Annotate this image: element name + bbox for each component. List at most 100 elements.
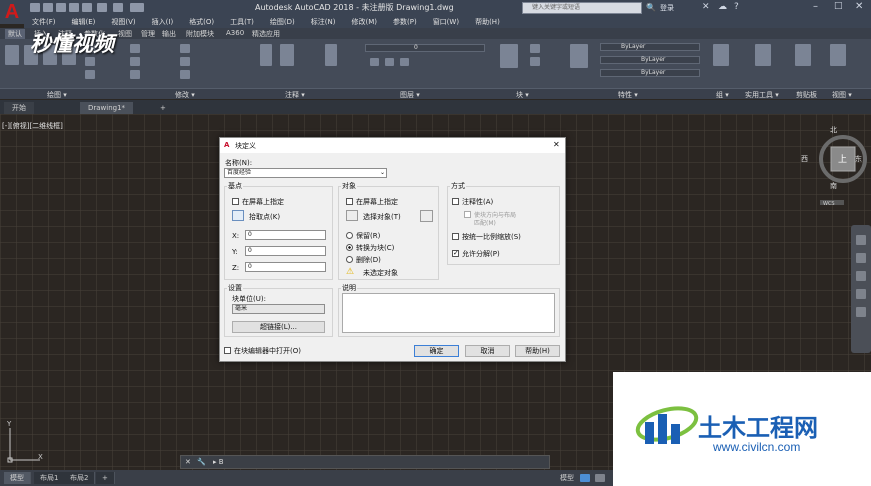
copy-icon[interactable] xyxy=(130,57,140,66)
block-unit-select[interactable]: 毫米 xyxy=(232,304,325,314)
panel-layers[interactable]: 图层 ▾ xyxy=(400,90,420,100)
menu-file[interactable]: 文件(F) xyxy=(24,16,64,28)
command-line[interactable]: ✕ 🔧 ▸ B xyxy=(180,455,550,469)
edit-block-icon[interactable] xyxy=(530,57,540,66)
undo-icon[interactable] xyxy=(97,3,107,12)
open-icon[interactable] xyxy=(43,3,53,12)
dialog-close-icon[interactable]: ✕ xyxy=(553,140,560,149)
saveas-icon[interactable] xyxy=(69,3,79,12)
ribbon-tab-manage[interactable]: 管理 xyxy=(141,29,155,39)
viewcube[interactable]: 北 南 东 西 上 WCS xyxy=(801,123,871,207)
pick-point-icon[interactable] xyxy=(232,210,244,221)
print-icon[interactable] xyxy=(82,3,92,12)
stretch-icon[interactable] xyxy=(130,70,140,79)
match-properties-icon[interactable] xyxy=(570,44,588,68)
command-input[interactable]: ▸ B xyxy=(213,458,224,466)
menu-tools[interactable]: 工具(T) xyxy=(222,16,262,28)
panel-properties[interactable]: 特性 ▾ xyxy=(618,90,638,100)
annotative-checkbox[interactable] xyxy=(452,198,459,205)
maximize-icon[interactable]: □ xyxy=(834,1,843,11)
scale-uniformly-checkbox[interactable] xyxy=(452,233,459,240)
panel-clipboard[interactable]: 剪贴板 xyxy=(796,90,817,100)
showmotion-icon[interactable] xyxy=(856,307,866,317)
quick-select-icon[interactable] xyxy=(420,210,433,222)
base-specify-on-screen-checkbox[interactable] xyxy=(232,198,239,205)
new-icon[interactable] xyxy=(30,3,40,12)
ribbon-tab-output[interactable]: 输出 xyxy=(162,29,176,39)
search-icon[interactable]: 🔍 xyxy=(646,3,656,12)
menu-view[interactable]: 视图(V) xyxy=(103,16,143,28)
panel-annotate[interactable]: 注释 ▾ xyxy=(285,90,305,100)
layer-tool-icon[interactable] xyxy=(370,58,379,66)
lineweight-dropdown[interactable]: ByLayer xyxy=(600,69,700,77)
layer-properties-icon[interactable] xyxy=(325,44,337,66)
rotate-icon[interactable] xyxy=(180,44,190,53)
compass-east[interactable]: 东 xyxy=(855,154,862,164)
objects-specify-on-screen-checkbox[interactable] xyxy=(346,198,353,205)
ribbon-tab-featured[interactable]: 精选应用 xyxy=(252,29,280,39)
line-icon[interactable] xyxy=(5,45,19,65)
y-input[interactable]: 0 xyxy=(245,246,326,256)
mirror-icon[interactable] xyxy=(180,57,190,66)
tab-drawing1[interactable]: Drawing1* xyxy=(80,102,134,114)
close-window-icon[interactable]: ✕ xyxy=(855,1,863,12)
exchange-icon[interactable]: ✕ xyxy=(702,2,710,12)
compass-south[interactable]: 南 xyxy=(830,181,837,191)
command-settings-icon[interactable]: 🔧 xyxy=(197,458,206,466)
layer-dropdown[interactable]: 0 xyxy=(365,44,485,52)
text-icon[interactable] xyxy=(260,44,272,66)
layout-tab-layout2[interactable]: 布局2 xyxy=(64,472,96,484)
tab-start[interactable]: 开始 xyxy=(4,102,34,114)
close-command-icon[interactable]: ✕ xyxy=(185,458,191,466)
menu-parametric[interactable]: 参数(P) xyxy=(385,16,425,28)
ok-button[interactable]: 确定 xyxy=(414,345,459,357)
hatch-icon[interactable] xyxy=(85,57,95,66)
match-orientation-checkbox[interactable] xyxy=(464,211,471,218)
retain-radio[interactable] xyxy=(346,232,353,239)
add-tab-button[interactable]: + xyxy=(152,102,174,114)
login-button[interactable]: 登录 xyxy=(660,3,674,13)
help-icon[interactable]: ? xyxy=(734,2,739,12)
zoom-icon[interactable] xyxy=(856,271,866,281)
panel-groups[interactable]: 组 ▾ xyxy=(716,90,729,100)
create-block-icon[interactable] xyxy=(530,44,540,53)
application-menu-button[interactable]: A xyxy=(0,0,24,24)
move-icon[interactable] xyxy=(130,44,140,53)
minimize-icon[interactable]: – xyxy=(813,1,818,12)
menu-draw[interactable]: 绘图(D) xyxy=(262,16,303,28)
panel-block[interactable]: 块 ▾ xyxy=(516,90,529,100)
layer-tool-icon[interactable] xyxy=(385,58,394,66)
menu-edit[interactable]: 编辑(E) xyxy=(64,16,104,28)
steering-wheel-icon[interactable] xyxy=(856,235,866,245)
chevron-down-icon[interactable]: ⌄ xyxy=(380,169,385,176)
viewport-controls[interactable]: [-][俯视][二维线框] xyxy=(2,121,63,131)
viewcube-top-face[interactable]: 上 xyxy=(838,152,847,165)
select-objects-icon[interactable] xyxy=(346,210,358,221)
redo-icon[interactable] xyxy=(113,3,123,12)
base-view-icon[interactable] xyxy=(830,44,846,66)
grid-icon[interactable] xyxy=(580,474,590,482)
model-space-button[interactable]: 模型 xyxy=(560,473,574,483)
workspace-icon[interactable] xyxy=(130,3,144,12)
measure-icon[interactable] xyxy=(755,44,771,66)
allow-exploding-checkbox[interactable]: ✓ xyxy=(452,250,459,257)
wcs-menu[interactable]: WCS xyxy=(823,201,835,207)
z-input[interactable]: 0 xyxy=(245,262,326,272)
panel-view[interactable]: 视图 ▾ xyxy=(832,90,852,100)
orbit-icon[interactable] xyxy=(856,289,866,299)
compass-west[interactable]: 西 xyxy=(801,154,808,164)
ribbon-tab-a360[interactable]: A360 xyxy=(226,29,244,37)
help-button[interactable]: 帮助(H) xyxy=(515,345,560,357)
cloud-icon[interactable]: ☁ xyxy=(718,2,727,12)
menu-dimension[interactable]: 标注(N) xyxy=(303,16,344,28)
snap-icon[interactable] xyxy=(595,474,605,482)
cancel-button[interactable]: 取消 xyxy=(465,345,510,357)
menu-insert[interactable]: 插入(I) xyxy=(144,16,182,28)
add-layout-button[interactable]: + xyxy=(96,472,115,484)
panel-modify[interactable]: 修改 ▾ xyxy=(175,90,195,100)
color-dropdown[interactable]: ByLayer xyxy=(600,43,700,51)
hyperlink-button[interactable]: 超链接(L)... xyxy=(232,321,325,333)
x-input[interactable]: 0 xyxy=(245,230,326,240)
pan-icon[interactable] xyxy=(856,253,866,263)
linetype-dropdown[interactable]: ByLayer xyxy=(600,56,700,64)
